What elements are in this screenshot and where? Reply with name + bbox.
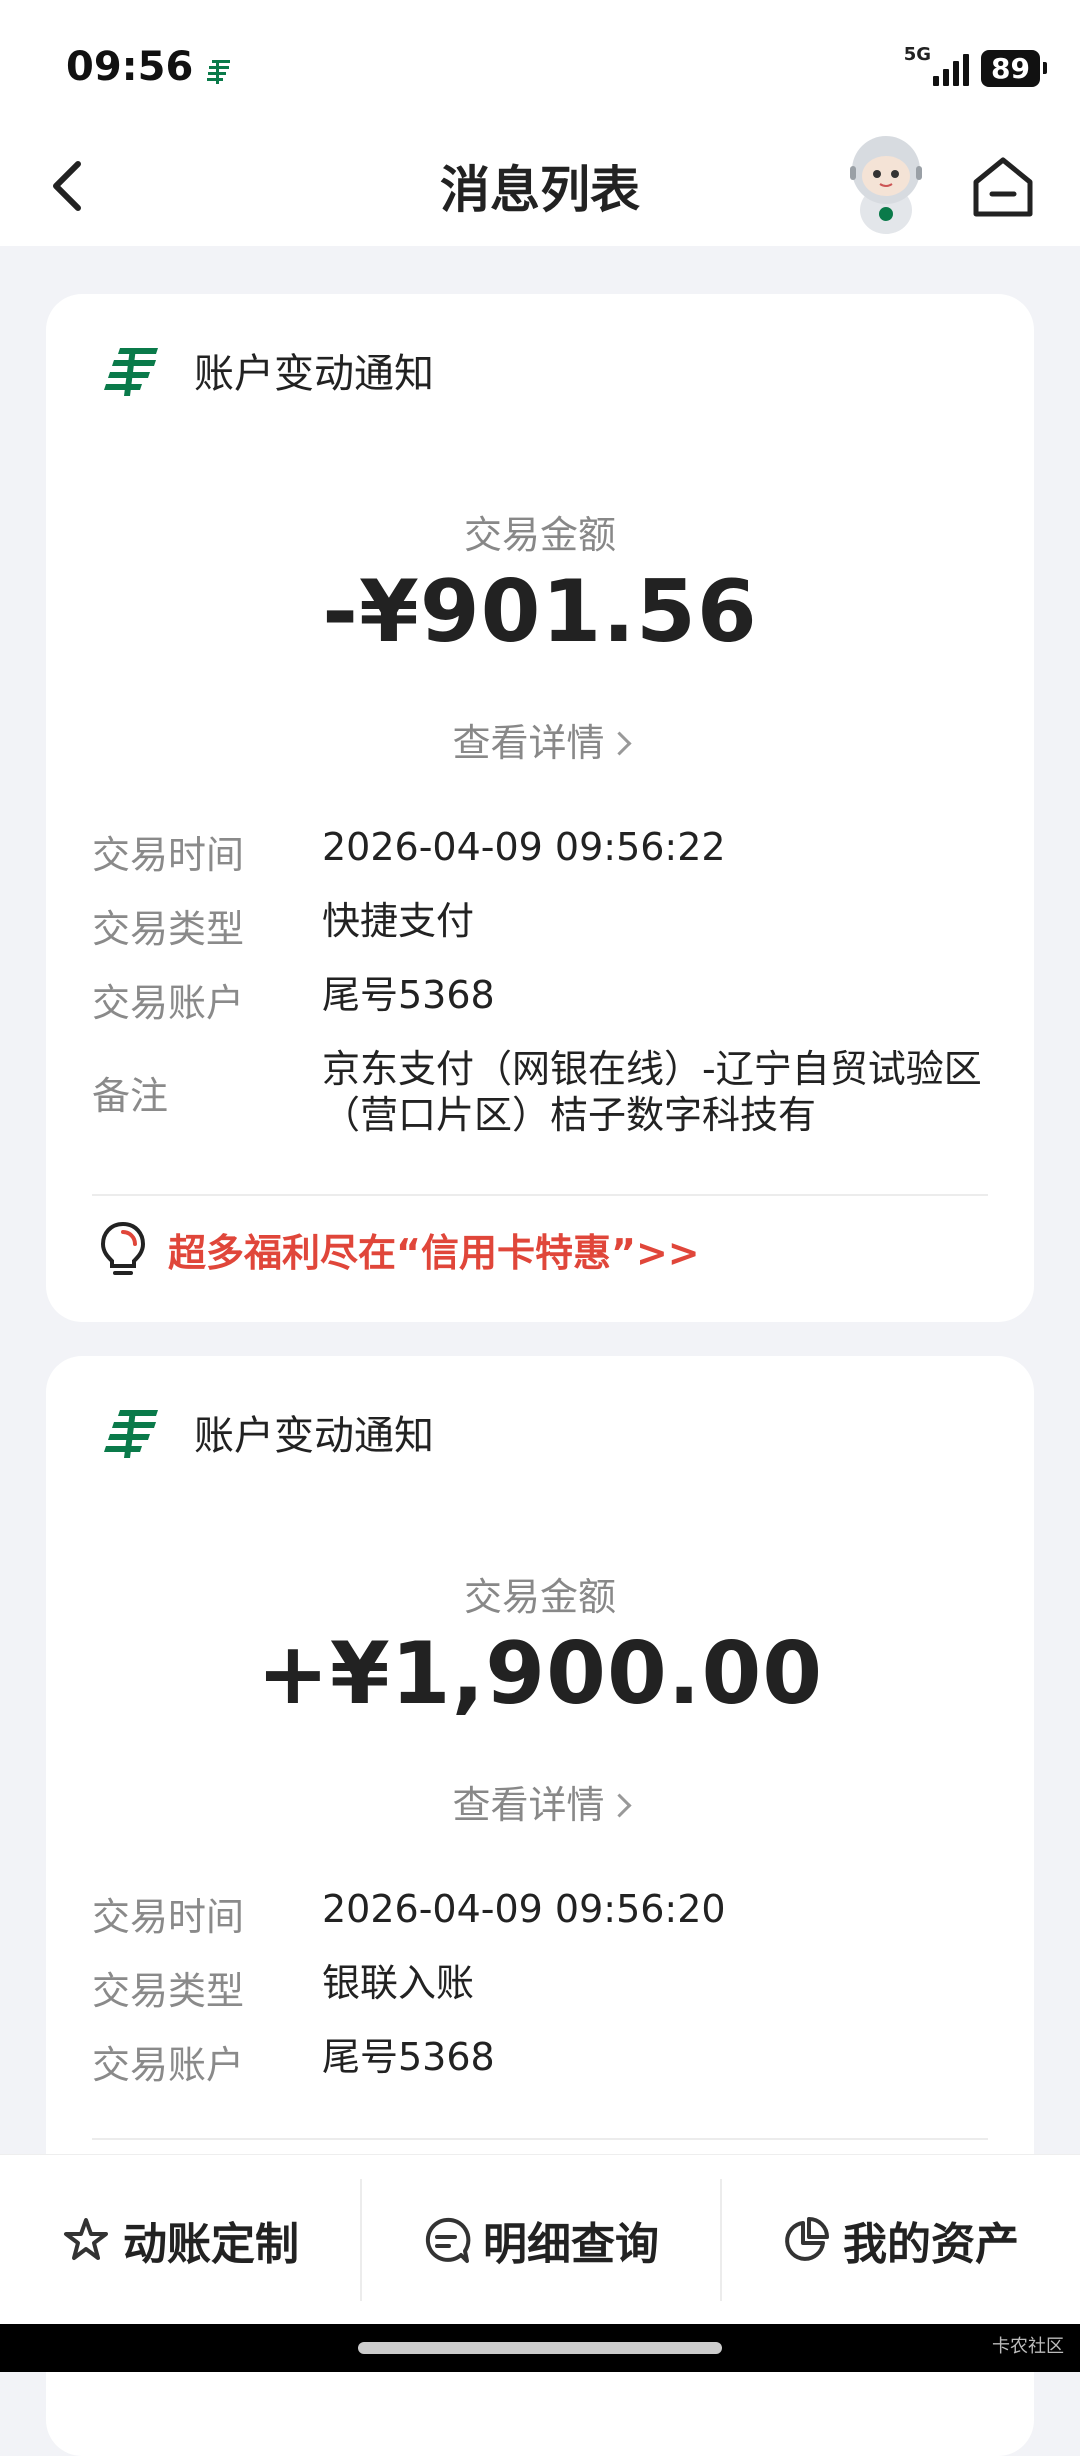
status-bar: 09:56 5G 89 — [0, 0, 1080, 130]
lightbulb-icon — [100, 1221, 146, 1275]
detail-row: 备注 京东支付（网银在线）-辽宁自贸试验区（营口片区）桔子数字科技有 — [92, 1046, 988, 1138]
amount-label: 交易金额 — [463, 1575, 616, 1619]
view-details-link[interactable]: 查看详情 — [46, 1774, 1034, 1829]
row-key: 交易类型 — [92, 907, 245, 951]
chevron-right-icon — [606, 1793, 632, 1818]
amount-value: +¥1,900.00 — [256, 1624, 824, 1724]
row-value: 2026-04-09 09:56:22 — [322, 825, 726, 869]
tab-my-assets[interactable]: 我的资产 — [720, 2155, 1080, 2325]
status-indicators: 5G 89 — [904, 44, 1047, 87]
card-header: 账户变动通知 — [102, 1402, 434, 1462]
row-value: 2026-04-09 09:56:20 — [322, 1887, 726, 1931]
row-value: 京东支付（网银在线）-辽宁自贸试验区（营口片区）桔子数字科技有 — [322, 1047, 982, 1137]
pie-chart-icon — [785, 2217, 829, 2261]
row-value: 尾号5368 — [322, 973, 495, 1017]
network-label: 5G — [903, 44, 932, 65]
tab-label: 明细查询 — [483, 2219, 659, 2270]
home-icon[interactable] — [968, 152, 1038, 222]
postal-bank-logo-icon — [104, 348, 158, 396]
tab-label: 动账定制 — [123, 2219, 299, 2270]
card-title: 账户变动通知 — [194, 1413, 434, 1459]
amount-label: 交易金额 — [463, 513, 616, 557]
view-details-label: 查看详情 — [452, 1783, 605, 1827]
chevron-right-icon — [606, 731, 632, 756]
bottom-tab-bar: 动账定制 明细查询 我的资产 — [0, 2154, 1080, 2325]
row-key: 交易账户 — [92, 2043, 245, 2087]
divider — [92, 2138, 988, 2140]
postal-bank-logo-icon — [104, 1410, 158, 1458]
card-title: 账户变动通知 — [194, 351, 434, 397]
detail-row: 交易账户 尾号5368 — [92, 2034, 988, 2089]
row-key: 交易时间 — [92, 1895, 245, 1939]
divider — [92, 1194, 988, 1196]
detail-row: 交易类型 银联入账 — [92, 1960, 988, 2015]
row-value: 尾号5368 — [322, 2035, 495, 2079]
promo-link[interactable]: 超多福利尽在“信用卡特惠”>> — [98, 1220, 700, 1278]
message-card[interactable]: 账户变动通知 交易金额 -¥901.56 查看详情 交易时间 2026-04-0… — [46, 294, 1034, 1322]
row-key: 备注 — [92, 1073, 169, 1118]
tab-account-alert-settings[interactable]: 动账定制 — [0, 2155, 360, 2325]
row-key: 交易时间 — [92, 833, 245, 877]
tab-detail-query[interactable]: 明细查询 — [360, 2155, 720, 2325]
search-list-icon — [425, 2217, 471, 2263]
signal-icon — [933, 52, 970, 86]
battery-icon: 89 — [981, 50, 1047, 87]
home-indicator[interactable] — [358, 2342, 722, 2354]
gesture-bar: 卡农社区 — [0, 2324, 1080, 2372]
detail-row: 交易账户 尾号5368 — [92, 972, 988, 1027]
row-key: 交易账户 — [92, 981, 245, 1025]
detail-row: 交易时间 2026-04-09 09:56:22 — [92, 824, 988, 879]
status-time: 09:56 — [66, 44, 194, 90]
star-settings-icon — [64, 2218, 108, 2260]
row-value: 银联入账 — [322, 1961, 475, 2005]
postal-bank-small-icon — [207, 60, 230, 84]
nav-bar: 消息列表 — [0, 130, 1080, 246]
assistant-robot-icon[interactable] — [836, 130, 936, 240]
row-key: 交易类型 — [92, 1969, 245, 2013]
detail-row: 交易类型 快捷支付 — [92, 898, 988, 953]
amount-value: -¥901.56 — [322, 562, 758, 662]
detail-row: 交易时间 2026-04-09 09:56:20 — [92, 1886, 988, 1941]
promo-text: 超多福利尽在“信用卡特惠”>> — [168, 1230, 700, 1275]
tab-label: 我的资产 — [843, 2219, 1019, 2270]
watermark: 卡农社区 — [992, 2336, 1064, 2357]
view-details-link[interactable]: 查看详情 — [46, 712, 1034, 767]
row-value: 快捷支付 — [322, 899, 475, 943]
view-details-label: 查看详情 — [452, 721, 605, 765]
card-header: 账户变动通知 — [102, 340, 434, 400]
